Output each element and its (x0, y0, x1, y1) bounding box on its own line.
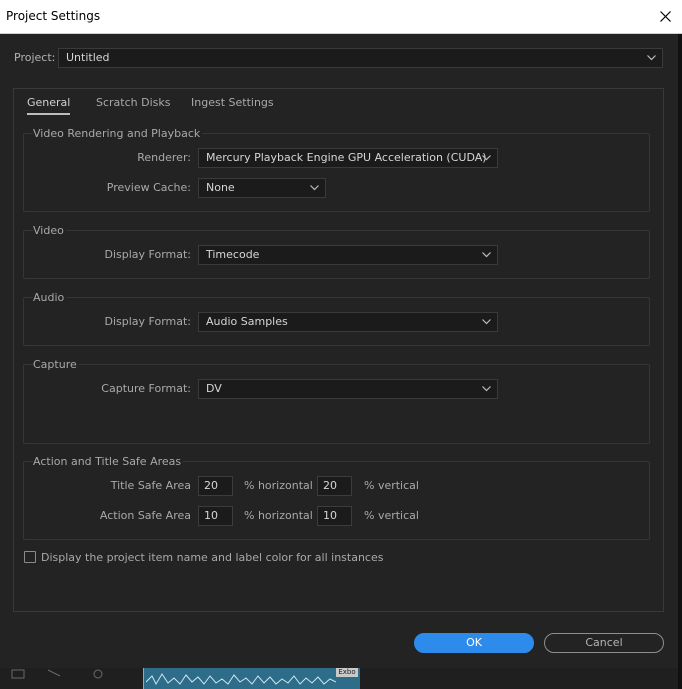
preview-cache-dropdown[interactable]: None (198, 178, 326, 198)
track-controls-icon (11, 669, 103, 679)
safe-areas-title: Action and Title Safe Areas (33, 455, 184, 468)
capture-format-label: Capture Format: (101, 382, 191, 395)
video-display-format-value: Timecode (206, 248, 260, 261)
title-safe-label: Title Safe Area (110, 479, 191, 492)
title-safe-vertical-input[interactable]: 20 (317, 476, 352, 496)
chevron-down-icon (647, 55, 656, 61)
preview-cache-label: Preview Cache: (106, 181, 191, 194)
preview-cache-value: None (206, 181, 235, 194)
capture-format-value: DV (206, 382, 222, 395)
chevron-down-icon (482, 155, 491, 161)
project-label: Project: (14, 51, 56, 64)
renderer-value: Mercury Playback Engine GPU Acceleration… (206, 151, 487, 164)
chevron-down-icon (482, 252, 491, 258)
background-clip-tag: Exbo (336, 668, 358, 677)
action-safe-horizontal-input[interactable]: 10 (198, 506, 233, 526)
video-display-format-dropdown[interactable]: Timecode (198, 245, 498, 265)
chevron-down-icon (482, 386, 491, 392)
display-label-color-checkbox[interactable] (24, 551, 36, 563)
title-safe-vertical-unit: % vertical (364, 479, 419, 492)
close-icon (660, 11, 671, 22)
action-safe-horizontal-unit: % horizontal (244, 509, 313, 522)
audio-title: Audio (33, 291, 67, 304)
safe-areas-group (23, 461, 650, 540)
action-safe-label: Action Safe Area (99, 509, 191, 522)
tab-ingest-settings[interactable]: Ingest Settings (191, 96, 274, 109)
renderer-label: Renderer: (137, 151, 191, 164)
project-value: Untitled (66, 51, 110, 64)
display-label-color-label[interactable]: Display the project item name and label … (41, 551, 383, 564)
action-safe-vertical-input[interactable]: 10 (317, 506, 352, 526)
video-rendering-group (23, 133, 650, 212)
close-button[interactable] (650, 0, 682, 33)
chevron-down-icon (310, 185, 319, 191)
audio-display-format-label: Display Format: (104, 315, 191, 328)
title-bar: Project Settings (0, 0, 682, 34)
capture-title: Capture (33, 358, 79, 371)
title-safe-horizontal-unit: % horizontal (244, 479, 313, 492)
title-safe-horizontal-input[interactable]: 20 (198, 476, 233, 496)
ok-button[interactable]: OK (414, 633, 534, 653)
window-title: Project Settings (6, 9, 101, 23)
audio-display-format-value: Audio Samples (206, 315, 288, 328)
tab-scratch-disks[interactable]: Scratch Disks (96, 96, 170, 109)
action-safe-vertical-unit: % vertical (364, 509, 419, 522)
renderer-dropdown[interactable]: Mercury Playback Engine GPU Acceleration… (198, 148, 498, 168)
capture-format-dropdown[interactable]: DV (198, 379, 498, 399)
chevron-down-icon (482, 319, 491, 325)
video-title: Video (33, 224, 66, 237)
cancel-button[interactable]: Cancel (544, 633, 664, 653)
window-edge (678, 34, 682, 689)
video-rendering-title: Video Rendering and Playback (33, 127, 203, 140)
video-display-format-label: Display Format: (104, 248, 191, 261)
tab-general[interactable]: General (27, 96, 71, 115)
project-dropdown[interactable]: Untitled (58, 48, 663, 68)
waveform-icon (146, 673, 336, 686)
capture-group (23, 364, 650, 444)
audio-display-format-dropdown[interactable]: Audio Samples (198, 312, 498, 332)
